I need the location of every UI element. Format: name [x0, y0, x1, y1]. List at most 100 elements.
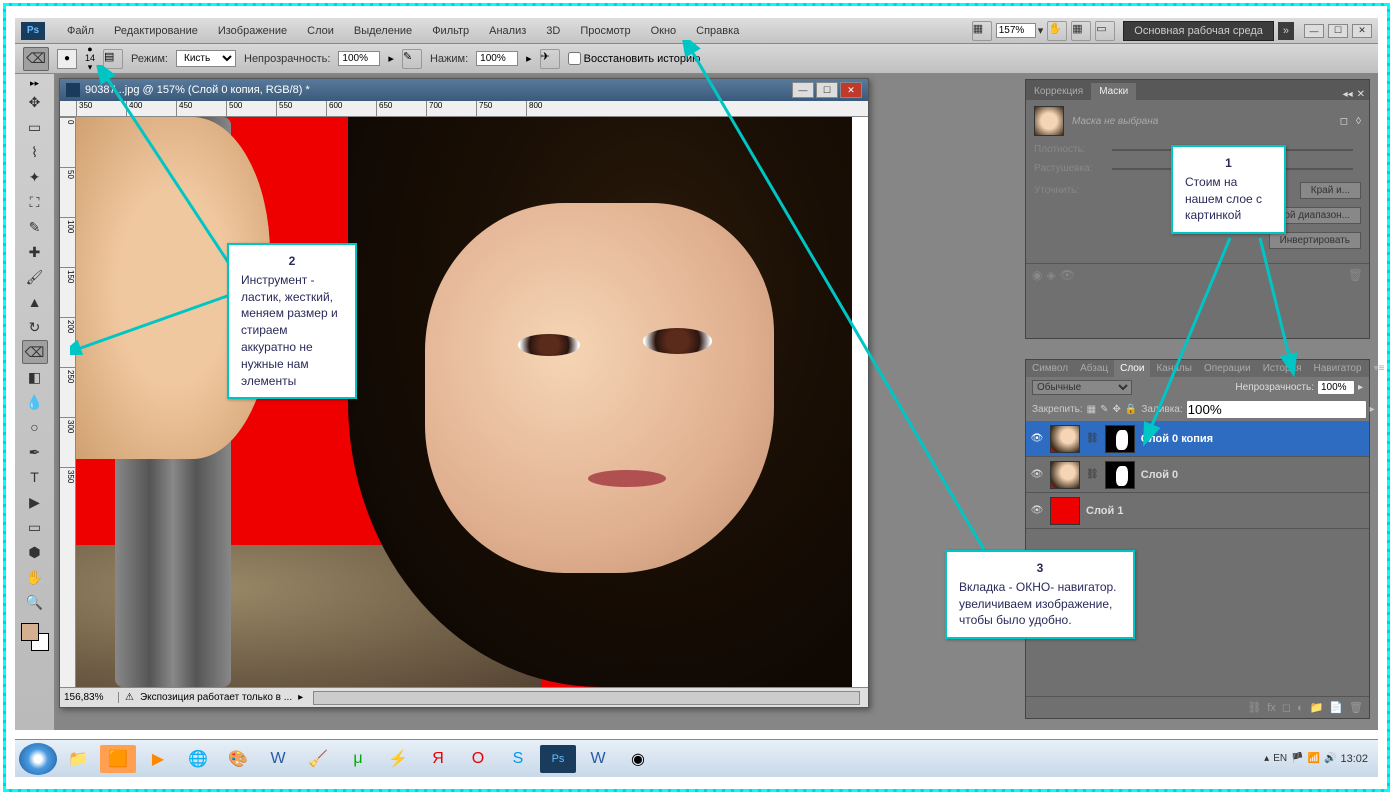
lock-all-icon[interactable]: 🔒 [1125, 404, 1137, 415]
layer-thumbnail[interactable] [1050, 425, 1080, 453]
layer-name[interactable]: Слой 0 [1141, 469, 1178, 481]
menu-analysis[interactable]: Анализ [479, 25, 536, 37]
flow-input[interactable] [476, 51, 518, 66]
menu-view[interactable]: Просмотр [570, 25, 640, 37]
task-yandex-icon[interactable]: Я [420, 745, 456, 773]
task-gadget-icon[interactable]: 🟧 [100, 745, 136, 773]
task-explorer-icon[interactable]: 📁 [60, 745, 96, 773]
task-utorrent-icon[interactable]: μ [340, 745, 376, 773]
add-mask-icon[interactable]: ◻ [1282, 701, 1291, 714]
layer-thumbnail[interactable] [1050, 461, 1080, 489]
menu-3d[interactable]: 3D [536, 25, 570, 37]
opacity-dropdown-icon[interactable]: ▸ [1358, 382, 1363, 393]
lock-position-icon[interactable]: ✥ [1113, 404, 1121, 415]
workspace-button[interactable]: Основная рабочая среда [1123, 21, 1274, 41]
arrange-icon[interactable]: ▦ [1071, 21, 1091, 41]
wand-tool[interactable]: ✦ [22, 165, 48, 189]
lock-transparency-icon[interactable]: ▦ [1087, 404, 1096, 415]
adjustment-icon[interactable]: ◐ [1297, 702, 1304, 714]
menu-help[interactable]: Справка [686, 25, 749, 37]
panel-collapse-icon[interactable]: ◂◂ [1343, 89, 1353, 100]
blur-tool[interactable]: 💧 [22, 390, 48, 414]
3d-tool[interactable]: ⬢ [22, 540, 48, 564]
move-tool[interactable]: ✥ [22, 90, 48, 114]
gradient-tool[interactable]: ◧ [22, 365, 48, 389]
task-photoshop-icon[interactable]: Ps [540, 745, 576, 773]
mask-thumbnail[interactable] [1105, 425, 1135, 453]
type-tool[interactable]: T [22, 465, 48, 489]
stamp-tool[interactable]: ▲ [22, 290, 48, 314]
new-layer-icon[interactable]: 📄 [1329, 701, 1343, 714]
opacity-arrow-icon[interactable]: ▸ [388, 52, 394, 65]
fx-icon[interactable]: fx [1267, 702, 1276, 714]
marquee-tool[interactable]: ▭ [22, 115, 48, 139]
start-button[interactable] [19, 743, 57, 775]
brush-tool[interactable]: 🖌 [22, 265, 48, 289]
zoom-dropdown-icon[interactable]: ▾ [1038, 24, 1044, 37]
task-chrome-icon[interactable]: 🌐 [180, 745, 216, 773]
edge-button[interactable]: Край и... [1300, 182, 1361, 199]
menu-select[interactable]: Выделение [344, 25, 422, 37]
scrollbar-h[interactable] [313, 691, 860, 705]
app-frame-icon[interactable]: ▦ [972, 21, 992, 41]
panel-close-icon[interactable]: ✕ [1357, 89, 1365, 100]
flow-arrow-icon[interactable]: ▸ [526, 52, 532, 65]
tab-masks[interactable]: Маски [1091, 83, 1136, 100]
lasso-tool[interactable]: ⌇ [22, 140, 48, 164]
task-word-icon[interactable]: W [260, 745, 296, 773]
status-arrow-icon[interactable]: ▸ [298, 692, 303, 703]
shape-tool[interactable]: ▭ [22, 515, 48, 539]
tab-paragraph[interactable]: Абзац [1074, 360, 1114, 377]
status-zoom[interactable]: 156,83% [64, 692, 119, 703]
pixel-mask-icon[interactable]: ◻ [1340, 116, 1348, 127]
dodge-tool[interactable]: ○ [22, 415, 48, 439]
task-paint-icon[interactable]: 🎨 [220, 745, 256, 773]
zoom-input[interactable] [996, 23, 1036, 38]
disable-mask-icon[interactable]: 👁 [1060, 268, 1075, 282]
lock-pixels-icon[interactable]: ✎ [1100, 404, 1108, 415]
color-swatch[interactable] [21, 623, 49, 651]
menu-edit[interactable]: Редактирование [104, 25, 208, 37]
crop-tool[interactable]: ⛶ [22, 190, 48, 214]
layer-row[interactable]: 👁 ⛓ Слой 0 [1026, 457, 1369, 493]
delete-mask-icon[interactable]: 🗑 [1348, 268, 1363, 282]
tray-network-icon[interactable]: 📶 [1308, 753, 1320, 764]
panel-menu-icon[interactable]: ▾≡ [1368, 360, 1391, 377]
menu-filter[interactable]: Фильтр [422, 25, 479, 37]
task-skype-icon[interactable]: S [500, 745, 536, 773]
link-icon[interactable]: ⛓ [1086, 433, 1099, 444]
menu-file[interactable]: Файл [57, 25, 104, 37]
tray-clock[interactable]: 13:02 [1340, 753, 1368, 765]
layer-name[interactable]: Слой 1 [1086, 505, 1123, 517]
group-icon[interactable]: 📁 [1310, 701, 1324, 714]
eyedropper-tool[interactable]: ✎ [22, 215, 48, 239]
maximize-icon[interactable]: ☐ [1328, 24, 1348, 38]
hand-tool[interactable]: ✋ [22, 565, 48, 589]
tab-navigator[interactable]: Навигатор [1308, 360, 1368, 377]
vector-mask-icon[interactable]: ◊ [1356, 116, 1361, 127]
tray-volume-icon[interactable]: 🔊 [1324, 753, 1336, 764]
delete-layer-icon[interactable]: 🗑 [1349, 701, 1363, 714]
task-word2-icon[interactable]: W [580, 745, 616, 773]
tray-more-icon[interactable]: ▴ [1264, 753, 1269, 764]
minimize-icon[interactable]: — [1304, 24, 1324, 38]
mask-thumbnail[interactable] [1105, 461, 1135, 489]
pen-tool[interactable]: ✒ [22, 440, 48, 464]
layer-thumbnail[interactable] [1050, 497, 1080, 525]
zoom-tool[interactable]: 🔍 [22, 590, 48, 614]
menu-image[interactable]: Изображение [208, 25, 297, 37]
layer-opacity-input[interactable] [1317, 380, 1355, 395]
task-daemon-icon[interactable]: ⚡ [380, 745, 416, 773]
menu-window[interactable]: Окно [641, 25, 687, 37]
task-app-icon[interactable]: ◉ [620, 745, 656, 773]
opacity-input[interactable] [338, 51, 380, 66]
menu-layer[interactable]: Слои [297, 25, 344, 37]
link-icon[interactable]: ⛓ [1086, 469, 1099, 480]
link-layers-icon[interactable]: ⛓ [1247, 701, 1261, 714]
close-icon[interactable]: ✕ [1352, 24, 1372, 38]
eraser-tool[interactable]: ⌫ [22, 340, 48, 364]
airbrush-icon[interactable]: ✈ [540, 49, 560, 69]
screen-mode-icon[interactable]: ▭ [1095, 21, 1115, 41]
layer-row[interactable]: 👁 Слой 1 [1026, 493, 1369, 529]
tray-lang[interactable]: EN [1273, 753, 1287, 764]
